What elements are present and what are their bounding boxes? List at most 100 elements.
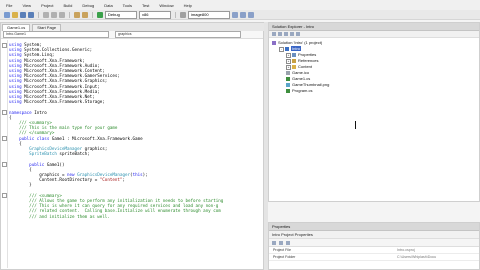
code-token: namespace xyxy=(9,109,32,115)
solution-explorer-panel: Solution Explorer - Intro Solution 'Intr… xyxy=(268,22,480,202)
references-icon xyxy=(292,58,296,63)
collapse-toggle-icon[interactable] xyxy=(2,193,7,199)
solution-explorer-icon[interactable] xyxy=(232,11,238,18)
tree-item-label: Solution 'Intro' (1 project) xyxy=(278,40,323,45)
categorized-icon[interactable] xyxy=(272,240,276,245)
tree-item[interactable]: Program.cs xyxy=(286,88,312,93)
code-line: using Microsoft.Xna.Framework.Storage; xyxy=(9,99,105,104)
solution-platform-combo[interactable]: x86 xyxy=(139,10,171,19)
show-all-files-icon[interactable] xyxy=(278,32,282,36)
paste-icon[interactable] xyxy=(59,11,65,18)
new-project-icon[interactable] xyxy=(4,11,10,18)
code-token: this xyxy=(132,172,143,177)
tree-item[interactable]: - Intro xyxy=(279,46,302,52)
tree-item[interactable]: Game.ico xyxy=(286,70,309,75)
start-debugging-icon[interactable] xyxy=(97,11,103,18)
menu-build[interactable]: Build xyxy=(60,3,77,8)
navigation-bar: Intro.Game1 graphics xyxy=(1,31,263,39)
find-icon[interactable] xyxy=(180,11,186,18)
menu-window[interactable]: Window xyxy=(155,3,177,8)
cs-file-icon xyxy=(286,76,290,81)
properties-icon xyxy=(292,52,296,57)
tree-item-label: Game1.cs xyxy=(292,76,311,81)
tab-game1-cs[interactable]: Game1.cs xyxy=(2,24,31,31)
code-token: Intro xyxy=(31,109,47,115)
code-line: namespace Intro xyxy=(9,110,47,115)
properties-object-selector[interactable]: Intro Project Properties xyxy=(269,231,479,239)
tree-item[interactable]: Game1.cs xyxy=(286,76,310,81)
collapse-toggle-icon[interactable] xyxy=(2,42,7,48)
code-token: spriteBatch; xyxy=(56,151,90,157)
cut-icon[interactable] xyxy=(43,11,49,18)
toolbox-icon[interactable] xyxy=(248,11,254,18)
image-file-icon xyxy=(286,82,290,87)
properties-toolbar xyxy=(269,239,479,247)
menu-project[interactable]: Project xyxy=(37,3,57,8)
code-token: ; xyxy=(122,177,125,183)
solution-configuration-combo[interactable]: Debug xyxy=(105,10,137,19)
collapse-toggle-icon[interactable] xyxy=(2,110,7,116)
tree-item[interactable]: Solution 'Intro' (1 project) xyxy=(272,40,322,45)
view-code-icon[interactable] xyxy=(290,32,294,36)
outline-gutter xyxy=(1,40,8,268)
property-row[interactable]: Project File Intro.csproj xyxy=(269,247,479,254)
menu-help[interactable]: Help xyxy=(180,3,196,8)
copy-icon[interactable] xyxy=(51,11,57,18)
panel-gap xyxy=(268,202,480,222)
tree-item-label: GameThumbnail.png xyxy=(292,82,330,87)
menu-tools[interactable]: Tools xyxy=(119,3,136,8)
refresh-icon[interactable] xyxy=(284,32,288,36)
menu-test[interactable]: Test xyxy=(138,3,153,8)
properties-button-icon[interactable] xyxy=(272,32,276,36)
tree-item[interactable]: + References xyxy=(286,58,319,64)
undo-icon[interactable] xyxy=(74,11,80,18)
code-token: using xyxy=(9,99,22,105)
code-line: /// and initialize them as well. xyxy=(9,214,110,219)
collapse-toggle-icon[interactable] xyxy=(2,162,7,168)
property-pages-icon[interactable] xyxy=(286,240,290,245)
tab-start-page[interactable]: Start Page xyxy=(32,24,62,31)
code-text-area[interactable]: using System; using System.Collections.Ge… xyxy=(1,40,263,268)
code-line: public class Game1 : Microsoft.Xna.Frame… xyxy=(9,136,143,141)
collapse-toggle-icon[interactable] xyxy=(2,136,7,142)
menu-file[interactable]: File xyxy=(2,3,16,8)
save-icon[interactable] xyxy=(20,11,26,18)
code-editor-window: Game1.cs Start Page Intro.Game1 graphics… xyxy=(0,22,264,270)
find-combo[interactable]: image800 xyxy=(188,10,230,19)
code-token: Microsoft.Xna.Framework.Storage; xyxy=(21,99,105,105)
document-tabs: Game1.cs Start Page xyxy=(1,23,264,31)
menu-debug[interactable]: Debug xyxy=(78,3,98,8)
redo-icon[interactable] xyxy=(82,11,88,18)
tree-item[interactable]: + Properties xyxy=(286,52,316,58)
menu-data[interactable]: Data xyxy=(100,3,116,8)
properties-panel: Properties Intro Project Properties Proj… xyxy=(268,222,480,270)
menu-view[interactable]: View xyxy=(18,3,35,8)
tree-item-label: Game.ico xyxy=(292,70,310,75)
property-row[interactable]: Project Folder C:\Users\Whiplash\Docu xyxy=(269,254,479,261)
code-token: Game1 : Microsoft.Xna.Framework.Game xyxy=(49,135,143,141)
code-token: SpriteBatch xyxy=(9,151,57,157)
code-line: SpriteBatch spriteBatch; xyxy=(9,151,90,156)
property-name: Project Folder xyxy=(273,255,296,259)
alphabetical-icon[interactable] xyxy=(279,240,283,245)
property-value: C:\Users\Whiplash\Docu xyxy=(397,255,437,259)
code-token: /// and initialize them as well. xyxy=(9,213,110,219)
properties-window-icon[interactable] xyxy=(240,11,246,18)
menu-bar: File View Project Build Debug Data Tools Test Wi… xyxy=(0,0,480,10)
view-designer-icon[interactable] xyxy=(296,32,300,36)
tree-item[interactable]: + Content xyxy=(286,64,312,70)
code-token: "Content" xyxy=(99,177,123,183)
content-icon xyxy=(292,64,296,69)
members-dropdown[interactable]: graphics xyxy=(115,31,241,38)
types-dropdown[interactable]: Intro.Game1 xyxy=(3,31,109,38)
toolbar-separator xyxy=(38,11,39,18)
property-name: Project File xyxy=(273,248,291,252)
open-file-icon[interactable] xyxy=(12,11,18,18)
tree-item-label: References xyxy=(298,58,319,63)
save-all-icon[interactable] xyxy=(28,11,34,18)
collapse-icon[interactable]: - xyxy=(279,47,284,52)
code-token: ); xyxy=(142,172,148,177)
project-icon xyxy=(285,46,289,51)
properties-title: Properties xyxy=(269,223,479,231)
tree-item[interactable]: GameThumbnail.png xyxy=(286,82,329,87)
